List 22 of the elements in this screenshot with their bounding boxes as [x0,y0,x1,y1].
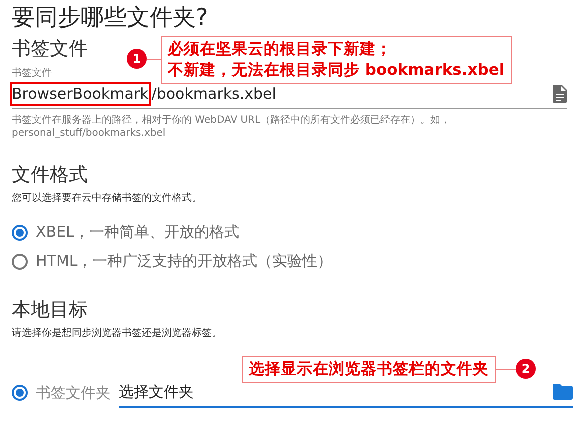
step-number: 1 [127,49,147,69]
page-title: 要同步哪些文件夹? [12,4,208,33]
radio-label[interactable]: 书签文件夹 [36,384,111,402]
help-text: 书签文件在服务器上的路径，相对于你的 WebDAV URL（路径中的所有文件必须已经存在）。如，personal_stuff/bookmarks.xbel [12,114,452,140]
radio-button[interactable] [12,385,28,401]
input-field[interactable]: BrowserBookmark /bookmarks.xbel [12,84,553,104]
section-heading: 书签文件 [12,37,88,62]
folder-icon[interactable] [553,384,573,400]
section-description: 请选择你是想同步浏览器书签还是浏览器标签。 [12,326,222,340]
section-heading: 文件格式 [12,163,88,188]
section-description: 您可以选择要在云中存储书签的文件格式。 [12,192,202,205]
folder-field[interactable]: 选择文件夹 [119,382,553,402]
callout-note: 选择显示在浏览器书签栏的文件夹 [242,356,496,383]
radio-button[interactable] [12,254,28,270]
step-number: 2 [516,359,536,379]
callout-note: 必须在坚果云的根目录下新建； 不新建，无法在根目录同步 bookmarks.xbel [161,36,512,84]
field-label: 书签文件 [12,66,52,80]
section-heading: 本地目标 [12,298,88,323]
file-icon[interactable] [553,85,567,103]
radio-label[interactable]: HTML，一种广泛支持的开放格式（实验性） [36,252,333,271]
radio-button[interactable] [12,224,28,240]
radio-label[interactable]: XBEL，一种简单、开放的格式 [36,223,240,242]
